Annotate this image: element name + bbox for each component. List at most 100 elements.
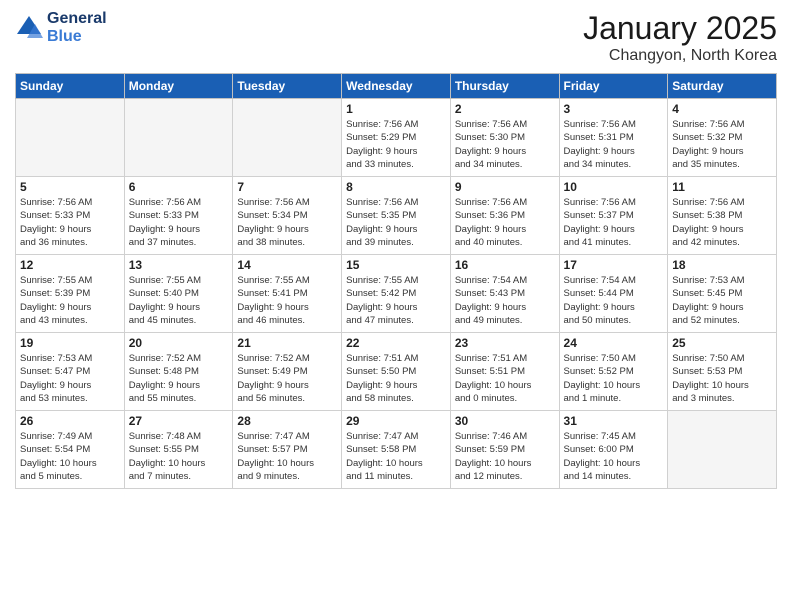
day-number: 30: [455, 414, 555, 428]
day-number: 2: [455, 102, 555, 116]
day-number: 3: [564, 102, 664, 116]
day-info: Sunrise: 7:49 AM Sunset: 5:54 PM Dayligh…: [20, 430, 120, 483]
calendar-cell: 8 Sunrise: 7:56 AM Sunset: 5:35 PM Daylig…: [342, 177, 451, 255]
day-number: 22: [346, 336, 446, 350]
day-info: Sunrise: 7:56 AM Sunset: 5:36 PM Dayligh…: [455, 196, 555, 249]
calendar-cell: 20 Sunrise: 7:52 AM Sunset: 5:48 PM Dayli…: [124, 333, 233, 411]
calendar-cell: [668, 411, 777, 489]
calendar-cell: 5Sunrise: 7:56 AM Sunset: 5:33 PM Daylig…: [16, 177, 125, 255]
day-info: Sunrise: 7:56 AM Sunset: 5:34 PM Dayligh…: [237, 196, 337, 249]
day-number: 5: [20, 180, 120, 194]
day-info: Sunrise: 7:56 AM Sunset: 5:37 PM Dayligh…: [564, 196, 664, 249]
day-number: 15: [346, 258, 446, 272]
day-number: 10: [564, 180, 664, 194]
calendar-week-4: 19 Sunrise: 7:53 AM Sunset: 5:47 PM Dayli…: [16, 333, 777, 411]
calendar-table: Sunday Monday Tuesday Wednesday Thursday…: [15, 73, 777, 489]
day-info: Sunrise: 7:50 AM Sunset: 5:53 PM Dayligh…: [672, 352, 772, 405]
day-info: Sunrise: 7:56 AM Sunset: 5:30 PM Dayligh…: [455, 118, 555, 171]
calendar-cell: 26Sunrise: 7:49 AM Sunset: 5:54 PM Dayli…: [16, 411, 125, 489]
day-info: Sunrise: 7:56 AM Sunset: 5:33 PM Dayligh…: [129, 196, 229, 249]
calendar-cell: 14 Sunrise: 7:55 AM Sunset: 5:41 PM Dayli…: [233, 255, 342, 333]
day-info: Sunrise: 7:55 AM Sunset: 5:40 PM Dayligh…: [129, 274, 229, 327]
calendar-cell: 22 Sunrise: 7:51 AM Sunset: 5:50 PM Dayli…: [342, 333, 451, 411]
calendar-cell: 19 Sunrise: 7:53 AM Sunset: 5:47 PM Dayli…: [16, 333, 125, 411]
calendar-cell: 31Sunrise: 7:45 AM Sunset: 6:00 PM Dayli…: [559, 411, 668, 489]
day-number: 23: [455, 336, 555, 350]
day-number: 20: [129, 336, 229, 350]
col-sunday: Sunday: [16, 74, 125, 99]
month-title: January 2025: [583, 10, 777, 47]
day-number: 6: [129, 180, 229, 194]
calendar-cell: 1Sunrise: 7:56 AM Sunset: 5:29 PM Daylig…: [342, 99, 451, 177]
calendar-cell: 2 Sunrise: 7:56 AM Sunset: 5:30 PM Daylig…: [450, 99, 559, 177]
day-number: 27: [129, 414, 229, 428]
day-info: Sunrise: 7:46 AM Sunset: 5:59 PM Dayligh…: [455, 430, 555, 483]
day-number: 21: [237, 336, 337, 350]
header: General Blue January 2025 Changyon, Nort…: [15, 10, 777, 65]
calendar-cell: 18 Sunrise: 7:53 AM Sunset: 5:45 PM Dayli…: [668, 255, 777, 333]
title-area: January 2025 Changyon, North Korea: [583, 10, 777, 65]
day-number: 14: [237, 258, 337, 272]
day-number: 29: [346, 414, 446, 428]
calendar-cell: 28 Sunrise: 7:47 AM Sunset: 5:57 PM Dayli…: [233, 411, 342, 489]
day-number: 13: [129, 258, 229, 272]
day-info: Sunrise: 7:56 AM Sunset: 5:29 PM Dayligh…: [346, 118, 446, 171]
calendar-cell: 24Sunrise: 7:50 AM Sunset: 5:52 PM Dayli…: [559, 333, 668, 411]
calendar-week-2: 5 Sunrise: 7:56 AM Sunset: 5:33 PM Daylig…: [16, 177, 777, 255]
day-number: 18: [672, 258, 772, 272]
day-info: Sunrise: 7:56 AM Sunset: 5:38 PM Dayligh…: [672, 196, 772, 249]
day-number: 19: [20, 336, 120, 350]
calendar-cell: [16, 99, 125, 177]
day-number: 12: [20, 258, 120, 272]
calendar-cell: 25 Sunrise: 7:50 AM Sunset: 5:53 PM Dayli…: [668, 333, 777, 411]
day-number: 7: [237, 180, 337, 194]
day-info: Sunrise: 7:53 AM Sunset: 5:45 PM Dayligh…: [672, 274, 772, 327]
calendar-cell: 29 Sunrise: 7:47 AM Sunset: 5:58 PM Dayli…: [342, 411, 451, 489]
col-monday: Monday: [124, 74, 233, 99]
calendar-cell: 21 Sunrise: 7:52 AM Sunset: 5:49 PM Dayli…: [233, 333, 342, 411]
calendar-week-1: 1Sunrise: 7:56 AM Sunset: 5:29 PM Daylig…: [16, 99, 777, 177]
day-info: Sunrise: 7:52 AM Sunset: 5:49 PM Dayligh…: [237, 352, 337, 405]
day-number: 11: [672, 180, 772, 194]
day-number: 28: [237, 414, 337, 428]
day-info: Sunrise: 7:45 AM Sunset: 6:00 PM Dayligh…: [564, 430, 664, 483]
day-info: Sunrise: 7:53 AM Sunset: 5:47 PM Dayligh…: [20, 352, 120, 405]
logo-text: General Blue: [47, 10, 107, 45]
calendar-week-5: 26Sunrise: 7:49 AM Sunset: 5:54 PM Dayli…: [16, 411, 777, 489]
day-info: Sunrise: 7:55 AM Sunset: 5:42 PM Dayligh…: [346, 274, 446, 327]
calendar-cell: 23 Sunrise: 7:51 AM Sunset: 5:51 PM Dayli…: [450, 333, 559, 411]
day-info: Sunrise: 7:51 AM Sunset: 5:50 PM Dayligh…: [346, 352, 446, 405]
day-info: Sunrise: 7:56 AM Sunset: 5:35 PM Dayligh…: [346, 196, 446, 249]
col-friday: Friday: [559, 74, 668, 99]
calendar-cell: 6 Sunrise: 7:56 AM Sunset: 5:33 PM Daylig…: [124, 177, 233, 255]
col-wednesday: Wednesday: [342, 74, 451, 99]
day-info: Sunrise: 7:54 AM Sunset: 5:44 PM Dayligh…: [564, 274, 664, 327]
day-info: Sunrise: 7:54 AM Sunset: 5:43 PM Dayligh…: [455, 274, 555, 327]
day-info: Sunrise: 7:52 AM Sunset: 5:48 PM Dayligh…: [129, 352, 229, 405]
logo: General Blue: [15, 10, 107, 45]
day-info: Sunrise: 7:51 AM Sunset: 5:51 PM Dayligh…: [455, 352, 555, 405]
calendar-cell: 27Sunrise: 7:48 AM Sunset: 5:55 PM Dayli…: [124, 411, 233, 489]
col-saturday: Saturday: [668, 74, 777, 99]
day-info: Sunrise: 7:56 AM Sunset: 5:31 PM Dayligh…: [564, 118, 664, 171]
calendar-cell: 15 Sunrise: 7:55 AM Sunset: 5:42 PM Dayli…: [342, 255, 451, 333]
calendar-cell: 11 Sunrise: 7:56 AM Sunset: 5:38 PM Dayli…: [668, 177, 777, 255]
day-number: 24: [564, 336, 664, 350]
day-number: 25: [672, 336, 772, 350]
calendar-cell: [233, 99, 342, 177]
calendar-cell: 3 Sunrise: 7:56 AM Sunset: 5:31 PM Daylig…: [559, 99, 668, 177]
day-info: Sunrise: 7:55 AM Sunset: 5:39 PM Dayligh…: [20, 274, 120, 327]
calendar-cell: 17 Sunrise: 7:54 AM Sunset: 5:44 PM Dayli…: [559, 255, 668, 333]
calendar-cell: 9 Sunrise: 7:56 AM Sunset: 5:36 PM Daylig…: [450, 177, 559, 255]
day-info: Sunrise: 7:47 AM Sunset: 5:57 PM Dayligh…: [237, 430, 337, 483]
day-info: Sunrise: 7:55 AM Sunset: 5:41 PM Dayligh…: [237, 274, 337, 327]
col-tuesday: Tuesday: [233, 74, 342, 99]
day-number: 17: [564, 258, 664, 272]
day-number: 9: [455, 180, 555, 194]
calendar-cell: 7 Sunrise: 7:56 AM Sunset: 5:34 PM Daylig…: [233, 177, 342, 255]
calendar-header-row: Sunday Monday Tuesday Wednesday Thursday…: [16, 74, 777, 99]
day-info: Sunrise: 7:47 AM Sunset: 5:58 PM Dayligh…: [346, 430, 446, 483]
day-info: Sunrise: 7:56 AM Sunset: 5:32 PM Dayligh…: [672, 118, 772, 171]
day-number: 8: [346, 180, 446, 194]
calendar-cell: 13 Sunrise: 7:55 AM Sunset: 5:40 PM Dayli…: [124, 255, 233, 333]
